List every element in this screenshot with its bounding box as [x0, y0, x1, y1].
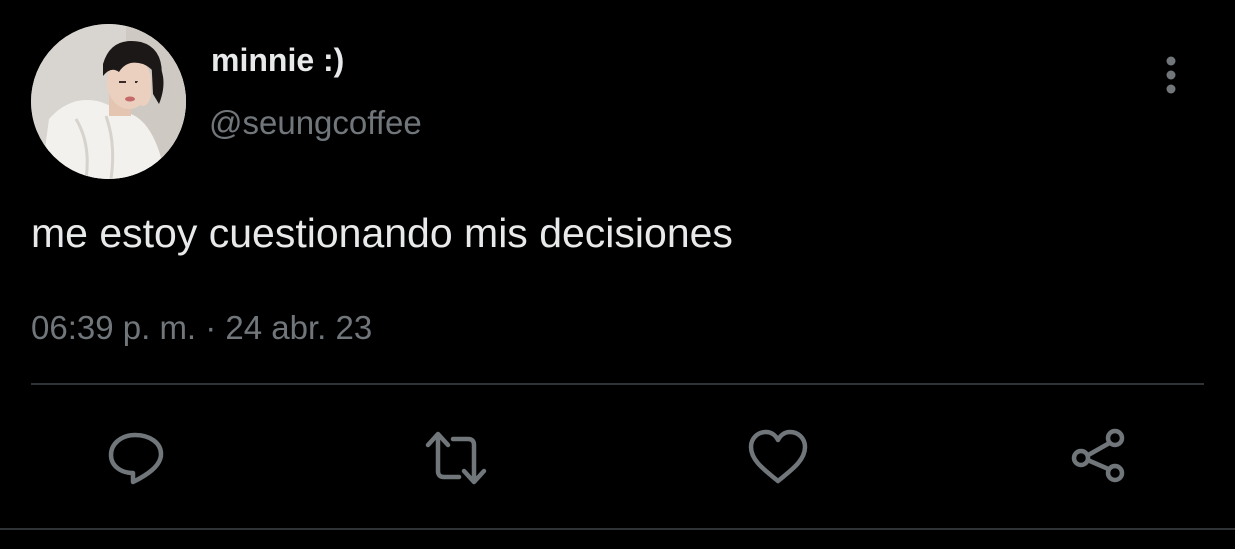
divider — [31, 383, 1204, 385]
tweet-text: me estoy cuestionando mis decisiones — [31, 210, 733, 256]
divider — [0, 528, 1235, 530]
reply-button[interactable] — [104, 426, 168, 490]
user-handle[interactable]: @seungcoffee — [209, 104, 422, 142]
like-button[interactable] — [746, 426, 810, 490]
avatar-image — [31, 24, 186, 179]
heart-icon — [748, 429, 808, 484]
share-button[interactable] — [1068, 426, 1132, 490]
share-icon — [1071, 428, 1125, 483]
tweet-timestamp[interactable]: 06:39 p. m. · 24 abr. 23 — [31, 309, 372, 347]
retweet-button[interactable] — [424, 426, 488, 490]
more-options-button[interactable] — [1152, 52, 1192, 100]
avatar[interactable] — [31, 24, 186, 179]
tweet-detail: minnie :) @seungcoffee me estoy cuestion… — [0, 0, 1235, 549]
retweet-icon — [425, 431, 487, 485]
reply-icon — [108, 432, 164, 485]
more-vertical-icon — [1166, 56, 1176, 94]
display-name[interactable]: minnie :) — [211, 42, 344, 79]
